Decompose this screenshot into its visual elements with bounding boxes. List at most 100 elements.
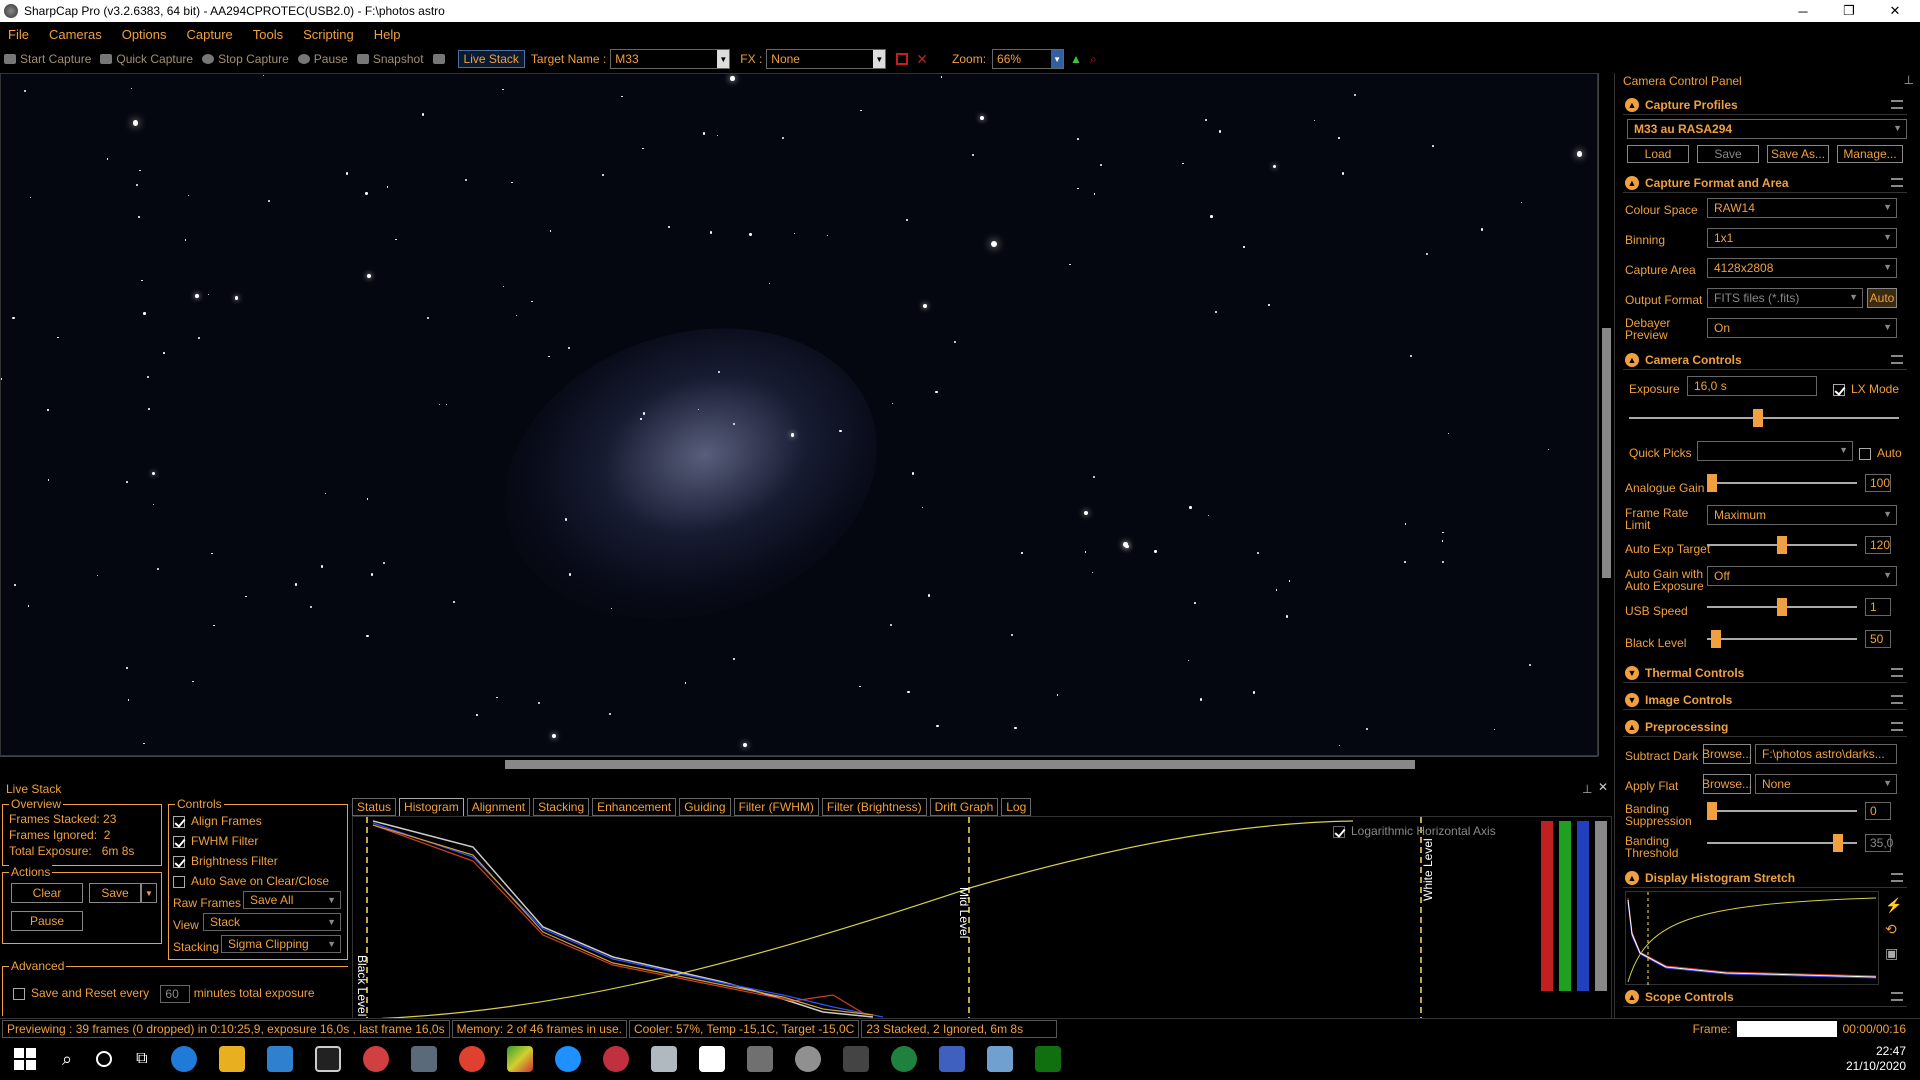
checkbox-icon[interactable]	[1833, 383, 1845, 396]
clock[interactable]: 22:47 21/10/2020	[1846, 1044, 1906, 1074]
save-as-profile-button[interactable]: Save As...	[1767, 145, 1829, 163]
scope-controls-header[interactable]: ▲ Scope Controls	[1623, 987, 1907, 1007]
horizontal-scrollbar[interactable]	[0, 756, 1598, 772]
black-level-slider[interactable]	[1707, 630, 1857, 648]
view-select[interactable]: Stack ▼	[203, 913, 341, 931]
chevron-down-icon[interactable]: ▼	[1625, 692, 1639, 707]
checkbox-icon[interactable]	[173, 855, 185, 868]
slider-knob[interactable]	[1777, 598, 1787, 616]
reset-icon[interactable]: ⟲	[1885, 921, 1897, 938]
tab-guiding[interactable]: Guiding	[679, 798, 731, 816]
menu-cameras[interactable]: Cameras	[49, 27, 102, 42]
app-icon[interactable]	[746, 1046, 773, 1072]
close-panel-icon[interactable]: ✕	[1598, 780, 1608, 794]
auto-exp-target-slider[interactable]	[1707, 536, 1857, 554]
edge-icon[interactable]	[170, 1046, 197, 1072]
image-controls-header[interactable]: ▼ Image Controls	[1623, 690, 1907, 710]
app-icon[interactable]	[698, 1046, 725, 1072]
black-level-value[interactable]: 50	[1865, 630, 1891, 648]
browse-dark-button[interactable]: Browse...	[1702, 744, 1752, 764]
sharpcap-icon[interactable]	[794, 1046, 821, 1072]
pause-stack-button[interactable]: Pause	[11, 911, 83, 931]
auto-gain-select[interactable]: Off ▼	[1707, 566, 1897, 586]
snapshot-button[interactable]: Snapshot	[356, 52, 424, 66]
checkbox-icon[interactable]	[1859, 447, 1871, 460]
thermal-controls-header[interactable]: ▼ Thermal Controls	[1623, 663, 1907, 683]
chevron-up-icon[interactable]: ▲	[1625, 97, 1639, 112]
pin-icon[interactable]: ⊥	[1904, 73, 1914, 87]
app-icon[interactable]	[890, 1046, 917, 1072]
flat-select[interactable]: None ▼	[1755, 774, 1897, 794]
histogram-area[interactable]: Black Level Mid Level White Level Logari…	[352, 816, 1612, 1023]
menu-capture[interactable]: Capture	[187, 27, 233, 42]
minutes-input[interactable]: 60	[160, 985, 191, 1003]
tab-log[interactable]: Log	[1001, 798, 1032, 816]
stop-capture-button[interactable]: Stop Capture	[202, 52, 289, 66]
level-bar-grey[interactable]	[1595, 821, 1607, 991]
colour-space-select[interactable]: RAW14 ▼	[1707, 198, 1897, 218]
auto-save-checkbox[interactable]: Auto Save on Clear/Close	[173, 875, 329, 888]
image-viewport[interactable]	[0, 73, 1598, 756]
auto-stretch-icon[interactable]: ⚡	[1885, 897, 1902, 914]
save-icon[interactable]: ▣	[1885, 945, 1898, 962]
chevron-up-icon[interactable]: ▲	[1625, 352, 1639, 367]
capture-format-header[interactable]: ▲ Capture Format and Area	[1623, 173, 1907, 193]
chevron-down-icon[interactable]: ▼	[1625, 665, 1639, 680]
level-bar-blue[interactable]	[1577, 821, 1589, 991]
menu-icon[interactable]	[1891, 178, 1903, 187]
chevron-up-icon[interactable]: ▲	[1625, 870, 1639, 885]
tab-stacking[interactable]: Stacking	[533, 798, 590, 816]
checkbox-icon[interactable]	[1333, 825, 1345, 838]
app-icon[interactable]	[602, 1046, 629, 1072]
lx-mode-checkbox[interactable]: LX Mode	[1833, 383, 1899, 396]
minimize-button[interactable]: ─	[1780, 0, 1826, 22]
camera-controls-header[interactable]: ▲ Camera Controls	[1623, 350, 1907, 370]
auto-format-button[interactable]: Auto	[1867, 288, 1897, 308]
banding-suppression-slider[interactable]	[1707, 802, 1857, 820]
fx-select[interactable]: None ▼	[766, 49, 887, 69]
chevron-up-icon[interactable]: ▲	[1625, 719, 1639, 734]
menu-scripting[interactable]: Scripting	[303, 27, 354, 42]
capture-profiles-header[interactable]: ▲ Capture Profiles	[1623, 95, 1907, 115]
frame-rate-select[interactable]: Maximum ▼	[1707, 505, 1897, 525]
align-frames-checkbox[interactable]: Align Frames	[173, 815, 262, 828]
analogue-gain-slider[interactable]	[1707, 474, 1857, 492]
menu-icon[interactable]	[1891, 992, 1903, 1001]
paint-icon[interactable]	[362, 1046, 389, 1072]
usb-speed-value[interactable]: 1	[1865, 598, 1891, 616]
task-view-icon[interactable]: ⧉	[136, 1050, 147, 1068]
preprocessing-header[interactable]: ▲ Preprocessing	[1623, 717, 1907, 737]
save-profile-button[interactable]: Save	[1697, 145, 1759, 163]
windows-start-icon[interactable]	[14, 1048, 36, 1070]
banding-threshold-slider[interactable]	[1707, 834, 1857, 852]
zoom-fit-icon[interactable]: ⌕	[1090, 52, 1097, 67]
raw-frames-select[interactable]: Save All ▼	[243, 891, 341, 909]
reticle-icon[interactable]: ✕	[916, 51, 928, 68]
pin-icon[interactable]: ⊥	[1582, 782, 1592, 796]
slider-knob[interactable]	[1833, 834, 1843, 852]
stacking-select[interactable]: Sigma Clipping ▼	[221, 935, 341, 953]
app-icon[interactable]	[506, 1046, 533, 1072]
profile-select[interactable]: M33 au RASA294 ▼	[1627, 119, 1907, 139]
vertical-scrollbar[interactable]	[1598, 73, 1614, 756]
log-axis-checkbox[interactable]: Logarithmic Horizontal Axis	[1333, 825, 1496, 838]
start-capture-button[interactable]: Start Capture	[4, 52, 91, 66]
search-icon[interactable]: ⌕	[62, 1049, 72, 1070]
tab-enhancement[interactable]: Enhancement	[592, 798, 677, 816]
quick-picks-select[interactable]: ▼	[1697, 441, 1853, 461]
file-explorer-icon[interactable]	[218, 1046, 245, 1072]
level-bar-green[interactable]	[1559, 821, 1571, 991]
display-histogram-header[interactable]: ▲ Display Histogram Stretch	[1623, 868, 1907, 888]
usb-speed-slider[interactable]	[1707, 598, 1857, 616]
app-icon[interactable]	[986, 1046, 1013, 1072]
tab-filter-fwhm[interactable]: Filter (FWHM)	[733, 798, 819, 816]
chevron-down-icon[interactable]: ▼	[1051, 50, 1064, 68]
banding-threshold-value[interactable]: 35,0	[1865, 834, 1893, 852]
manage-profiles-button[interactable]: Manage...	[1837, 145, 1903, 163]
menu-help[interactable]: Help	[374, 27, 401, 42]
scrollbar-thumb[interactable]	[1602, 328, 1611, 578]
chevron-up-icon[interactable]: ▲	[1625, 989, 1639, 1004]
menu-icon[interactable]	[1891, 100, 1903, 109]
load-profile-button[interactable]: Load	[1627, 145, 1689, 163]
chevron-up-icon[interactable]: ▲	[1625, 175, 1639, 190]
